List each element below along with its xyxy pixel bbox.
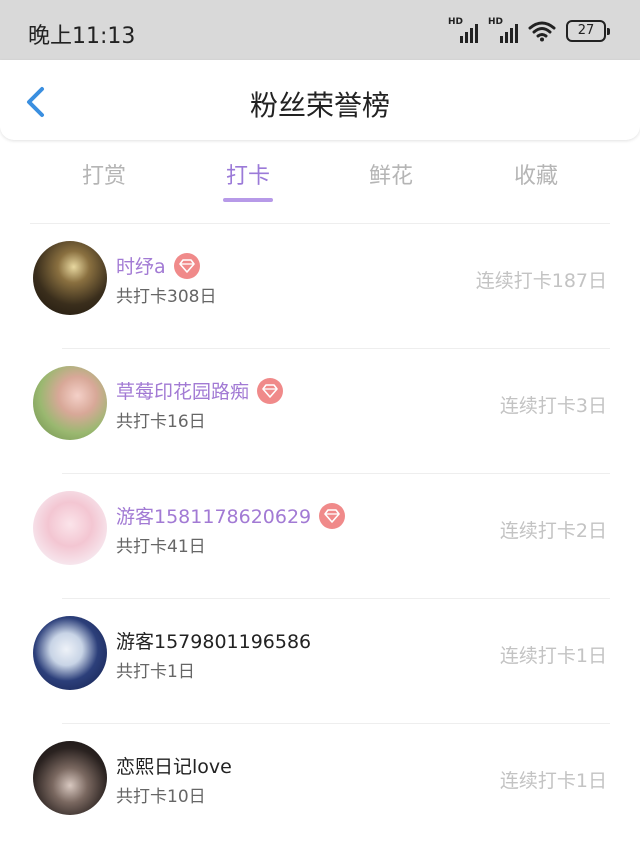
status-time: 晚上11:13	[28, 24, 136, 49]
total-checkins: 共打卡1日	[116, 662, 195, 682]
total-checkins: 共打卡41日	[116, 537, 206, 557]
avatar[interactable]	[33, 241, 107, 315]
avatar[interactable]	[33, 491, 107, 565]
fan-name[interactable]: 恋熙日记love	[116, 752, 232, 779]
signal-icon: HD	[488, 17, 518, 43]
avatar[interactable]	[33, 741, 107, 815]
status-icons: HD HD 27	[448, 17, 610, 44]
fan-name[interactable]: 游客1579801196586	[116, 627, 311, 654]
streak-count: 连续打卡1日	[499, 770, 607, 792]
wifi-icon	[528, 21, 556, 42]
total-checkins: 共打卡10日	[116, 787, 206, 807]
fan-name-text: 恋熙日记love	[116, 756, 232, 778]
list-item[interactable]: 草莓印花园路痴 共打卡16日 连续打卡3日	[0, 349, 640, 474]
fan-name[interactable]: 草莓印花园路痴	[116, 377, 284, 406]
tab-checkin[interactable]: 打卡	[188, 158, 308, 190]
avatar[interactable]	[33, 366, 107, 440]
status-bar: 晚上11:13 HD HD 27	[0, 0, 640, 60]
fan-list: 时纾a 共打卡308日 连续打卡187日 草莓印花园路痴 共打卡16日 连续打卡…	[0, 224, 640, 849]
header: 粉丝荣誉榜	[0, 60, 640, 140]
fan-name-text: 游客1581178620629	[116, 506, 312, 528]
diamond-badge-icon	[173, 252, 200, 279]
tab-reward[interactable]: 打赏	[44, 158, 164, 190]
battery-icon: 27	[566, 20, 610, 42]
tab-flowers[interactable]: 鲜花	[331, 158, 451, 190]
streak-count: 连续打卡2日	[499, 520, 607, 542]
tab-bar: 打赏 打卡 鲜花 收藏	[0, 150, 640, 210]
active-tab-indicator	[223, 198, 273, 202]
streak-count: 连续打卡1日	[499, 645, 607, 667]
avatar[interactable]	[33, 616, 107, 690]
list-item[interactable]: 时纾a 共打卡308日 连续打卡187日	[0, 224, 640, 349]
tab-collect[interactable]: 收藏	[476, 158, 596, 190]
list-item[interactable]: 恋熙日记love 共打卡10日 连续打卡1日	[0, 724, 640, 849]
signal-icon: HD	[448, 17, 478, 43]
fan-name[interactable]: 时纾a	[116, 252, 200, 281]
fan-name-text: 游客1579801196586	[116, 631, 312, 653]
fan-name-text: 时纾a	[116, 256, 166, 278]
total-checkins: 共打卡16日	[116, 412, 206, 432]
total-checkins: 共打卡308日	[116, 287, 217, 307]
diamond-badge-icon	[319, 502, 346, 529]
page-title: 粉丝荣誉榜	[249, 89, 390, 122]
streak-count: 连续打卡187日	[475, 270, 607, 292]
diamond-badge-icon	[257, 377, 284, 404]
streak-count: 连续打卡3日	[499, 395, 607, 417]
list-item[interactable]: 游客1579801196586 共打卡1日 连续打卡1日	[0, 599, 640, 724]
fan-name[interactable]: 游客1581178620629	[116, 502, 346, 531]
list-item[interactable]: 游客1581178620629 共打卡41日 连续打卡2日	[0, 474, 640, 599]
fan-name-text: 草莓印花园路痴	[116, 381, 250, 403]
